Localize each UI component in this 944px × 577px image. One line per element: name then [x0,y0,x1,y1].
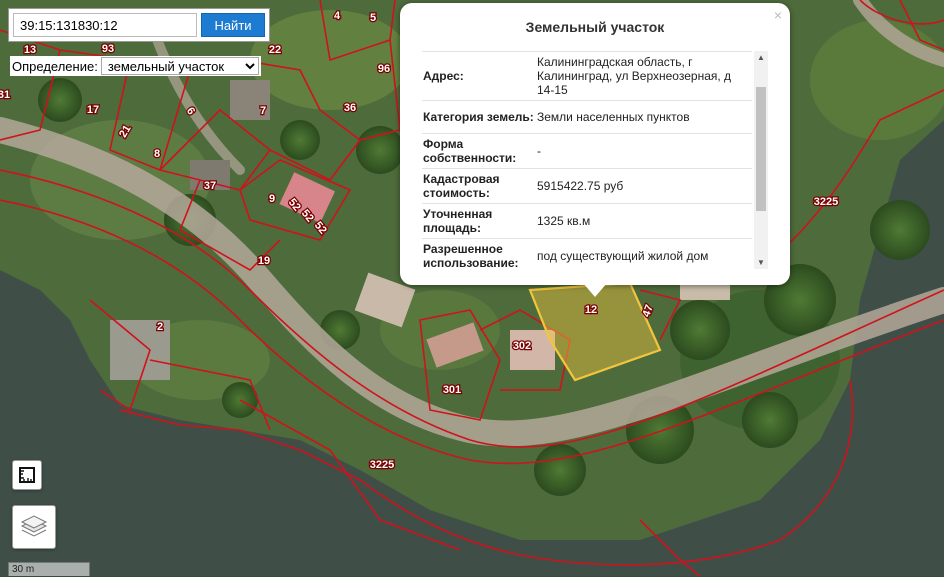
row-value: 5915422.75 руб [536,168,752,204]
parcel-number: 37 [204,180,216,192]
parcel-info-popup: × Земельный участок Адрес: Калининградск… [400,3,790,285]
scroll-thumb[interactable] [756,87,766,211]
ruler-icon [19,467,35,483]
row-value: - [536,133,752,169]
table-row: Адрес: Калининградская область, г Калини… [422,51,752,101]
table-row: Категория земель: Земли населенных пункт… [422,100,752,134]
row-key: Категория земель: [422,100,536,134]
selected-parcel-number: 12 [585,304,597,316]
definition-row: Определение: земельный участок [10,56,261,76]
row-value: 1325 кв.м [536,203,752,239]
parcel-number: 19 [258,255,270,267]
popup-title: Земельный участок [525,19,665,35]
row-key: Разрешенное использование: [422,238,536,269]
parcel-number: 31 [0,89,10,101]
parcel-number: 93 [102,43,114,55]
row-value: Калининградская область, г Калининград, … [536,51,752,101]
parcel-number: 3225 [370,459,394,471]
parcel-number: 7 [260,105,266,117]
parcel-number: 301 [443,384,461,396]
parcel-number: 5 [370,12,376,24]
ruler-button[interactable] [12,460,42,490]
info-table: Адрес: Калининградская область, г Калини… [422,51,752,269]
table-row: Разрешенное использование: под существую… [422,238,752,269]
row-key: Уточненная площадь: [422,203,536,239]
row-key: Адрес: [422,51,536,101]
popup-body[interactable]: Адрес: Калининградская область, г Калини… [422,51,752,269]
parcel-number: 36 [344,102,356,114]
table-row: Форма собственности: - [422,133,752,169]
scroll-up-icon[interactable]: ▲ [757,53,765,62]
layers-icon [20,515,48,537]
row-key: Форма собственности: [422,133,536,169]
definition-label: Определение: [12,58,98,74]
parcel-number: 22 [269,44,281,56]
parcel-number: 17 [87,104,99,116]
popup-scrollbar[interactable]: ▲ ▼ [754,51,768,269]
definition-select[interactable]: земельный участок [100,57,259,75]
scale-bar: 30 m [8,562,90,576]
scroll-down-icon[interactable]: ▼ [757,258,765,267]
search-panel: Найти [8,8,270,42]
parcel-number: 302 [513,340,531,352]
parcel-number: 96 [378,63,390,75]
parcel-number: 13 [24,44,36,56]
parcel-number: 3225 [814,196,838,208]
table-row: Кадастровая стоимость: 5915422.75 руб [422,168,752,204]
popup-pointer [583,283,607,297]
parcel-number: 4 [334,10,341,22]
find-button[interactable]: Найти [201,13,265,37]
table-row: Уточненная площадь: 1325 кв.м [422,203,752,239]
row-value: под существующий жилой дом [536,238,752,269]
row-value: Земли населенных пунктов [536,100,752,134]
parcel-number: 2 [157,321,163,333]
row-key: Кадастровая стоимость: [422,168,536,204]
layers-button[interactable] [12,505,56,549]
search-input[interactable] [13,13,197,37]
scale-label: 30 m [12,564,35,575]
parcel-number: 9 [269,193,275,205]
parcel-number: 8 [154,148,160,160]
